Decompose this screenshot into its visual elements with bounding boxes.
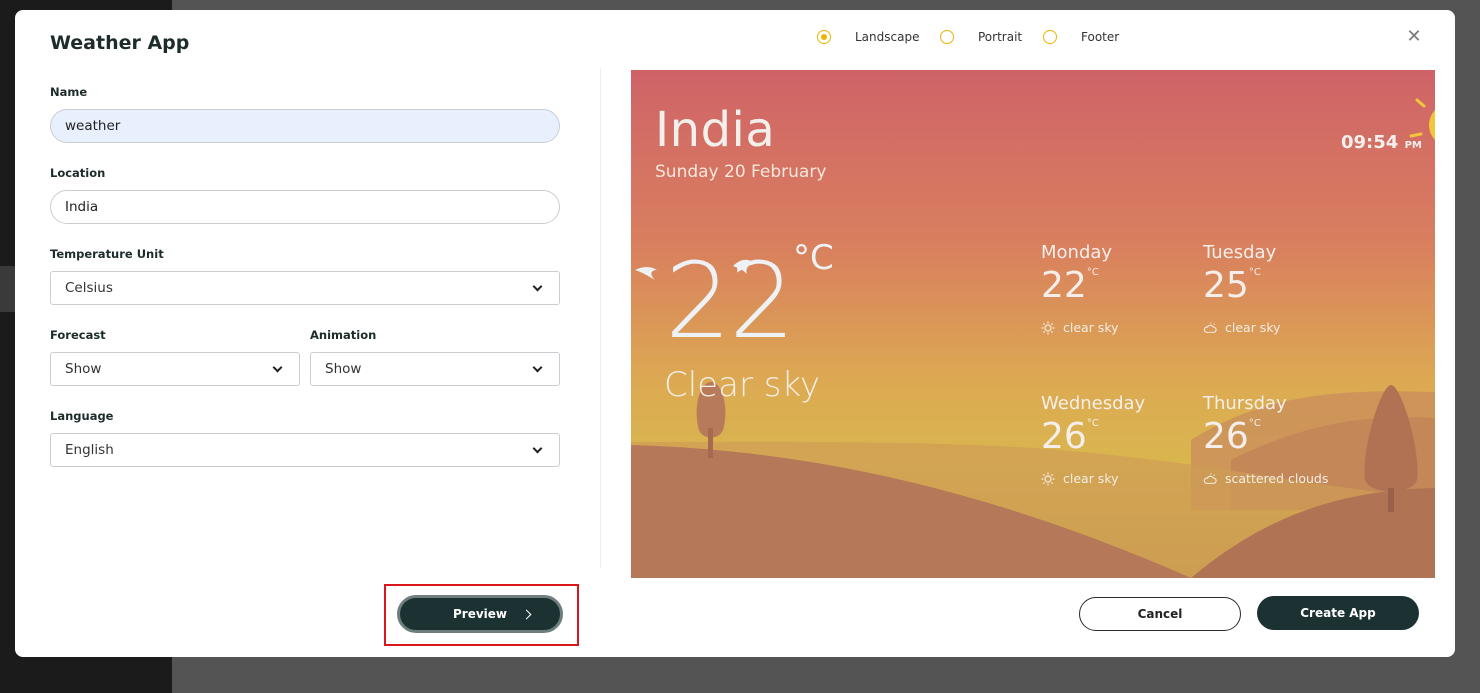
temperature-unit-label: Temperature Unit bbox=[50, 247, 164, 261]
cancel-button[interactable]: Cancel bbox=[1079, 597, 1241, 631]
preview-time-ampm: PM bbox=[1404, 140, 1422, 151]
preview-date: Sunday 20 February bbox=[655, 162, 827, 182]
forecast-day-temp: 26 °C bbox=[1203, 416, 1261, 457]
orientation-landscape[interactable]: Landscape bbox=[817, 30, 919, 44]
forecast-day: Wednesday 26 °C clear sky bbox=[1041, 393, 1145, 486]
orientation-footer[interactable]: Footer bbox=[1043, 30, 1119, 44]
temperature-unit-select[interactable]: Celsius bbox=[50, 271, 560, 305]
forecast-select[interactable]: Show bbox=[50, 352, 300, 386]
forecast-day-name: Thursday bbox=[1203, 393, 1287, 414]
forecast-day-name: Tuesday bbox=[1203, 242, 1277, 263]
forecast-day-name: Wednesday bbox=[1041, 393, 1146, 414]
forecast-day-desc: clear sky bbox=[1041, 471, 1145, 486]
radio-footer-icon[interactable] bbox=[1043, 30, 1057, 44]
weather-app-modal: Weather App ✕ Landscape Portrait Footer … bbox=[15, 10, 1455, 657]
location-input-value: India bbox=[65, 199, 99, 215]
orientation-portrait[interactable]: Portrait bbox=[940, 30, 1022, 44]
name-input[interactable]: weather bbox=[50, 109, 560, 143]
name-input-value: weather bbox=[65, 118, 121, 134]
radio-landscape-icon[interactable] bbox=[817, 30, 831, 44]
orientation-portrait-label: Portrait bbox=[978, 30, 1023, 44]
language-value: English bbox=[65, 442, 114, 458]
location-input[interactable]: India bbox=[50, 190, 560, 224]
panel-divider bbox=[600, 68, 601, 568]
close-button[interactable]: ✕ bbox=[1403, 26, 1425, 48]
language-label: Language bbox=[50, 409, 114, 423]
orientation-footer-label: Footer bbox=[1081, 30, 1120, 44]
forecast-day-desc: clear sky bbox=[1203, 320, 1281, 335]
cloud-sun-icon bbox=[1203, 472, 1217, 484]
forecast-day-temp: 22 °C bbox=[1041, 265, 1099, 306]
temperature-unit-value: Celsius bbox=[65, 280, 113, 296]
chevron-down-icon bbox=[532, 362, 543, 372]
forecast-day-desc: clear sky bbox=[1041, 320, 1119, 335]
modal-title: Weather App bbox=[50, 32, 190, 54]
forecast-day-temp: 26 °C bbox=[1041, 416, 1099, 457]
chevron-down-icon bbox=[272, 362, 283, 372]
sun-icon bbox=[1041, 472, 1055, 485]
forecast-day-name: Monday bbox=[1041, 242, 1113, 263]
preview-condition: Clear sky bbox=[664, 365, 821, 405]
weather-preview-panel: India Sunday 20 February 09:54 PM 22 °C … bbox=[631, 70, 1435, 578]
preview-current-unit: °C bbox=[793, 238, 834, 278]
chevron-right-icon bbox=[521, 609, 532, 620]
radio-portrait-icon[interactable] bbox=[940, 30, 954, 44]
language-select[interactable]: English bbox=[50, 433, 560, 467]
preview-time-value: 09:54 bbox=[1341, 132, 1399, 153]
chevron-down-icon bbox=[532, 443, 543, 453]
animation-value: Show bbox=[325, 361, 362, 377]
forecast-label: Forecast bbox=[50, 328, 106, 342]
animation-select[interactable]: Show bbox=[310, 352, 560, 386]
location-label: Location bbox=[50, 166, 106, 180]
animation-label: Animation bbox=[310, 328, 377, 342]
chevron-down-icon bbox=[532, 281, 543, 291]
orientation-landscape-label: Landscape bbox=[855, 30, 920, 44]
forecast-day: Monday 22 °C clear sky bbox=[1041, 242, 1119, 335]
preview-button[interactable]: Preview bbox=[397, 595, 563, 633]
forecast-day: Thursday 26 °C scattered clouds bbox=[1203, 393, 1328, 486]
sun-shape bbox=[1429, 109, 1435, 141]
cloud-sun-icon bbox=[1203, 321, 1217, 333]
background-active-item bbox=[0, 266, 16, 312]
create-app-button[interactable]: Create App bbox=[1257, 596, 1419, 630]
preview-time: 09:54 PM bbox=[1341, 132, 1422, 153]
forecast-day: Tuesday 25 °C clear sky bbox=[1203, 242, 1281, 335]
forecast-value: Show bbox=[65, 361, 102, 377]
forecast-day-temp: 25 °C bbox=[1203, 265, 1261, 306]
forecast-day-desc: scattered clouds bbox=[1203, 471, 1328, 486]
preview-current-temp: 22 bbox=[665, 240, 795, 362]
sun-icon bbox=[1041, 321, 1055, 334]
preview-button-label: Preview bbox=[452, 607, 507, 621]
name-label: Name bbox=[50, 85, 88, 99]
preview-city: India bbox=[655, 102, 776, 158]
